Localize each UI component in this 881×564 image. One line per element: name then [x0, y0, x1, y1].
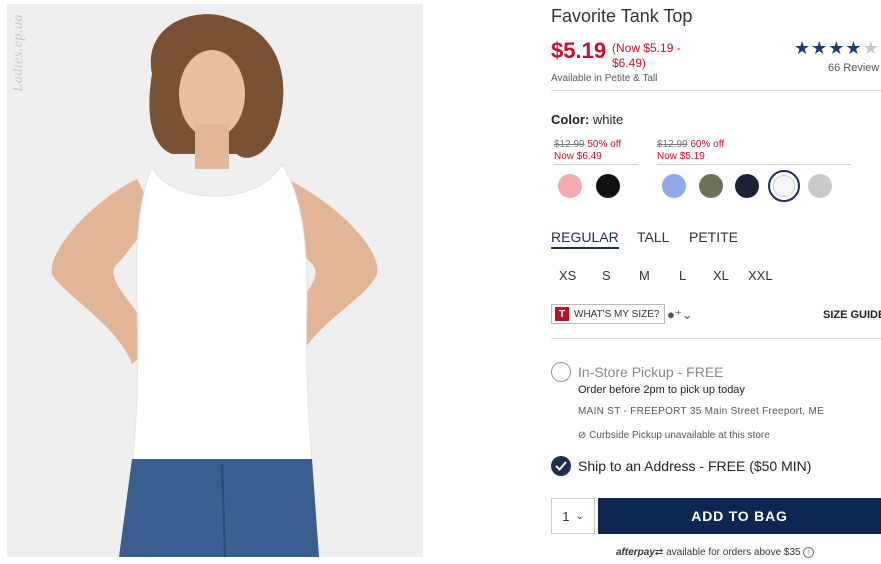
add-to-bag-button[interactable]: ADD TO BAG	[598, 498, 881, 534]
quantity-value: 1	[562, 508, 570, 524]
color-swatch-pink[interactable]	[558, 174, 582, 198]
swatch-fill	[773, 175, 795, 197]
availability-note: Available in Petite & Tall	[551, 73, 658, 84]
star-icon: ★	[811, 38, 829, 58]
chevron-down-icon: ⌄	[575, 510, 584, 522]
price-range: (Now $5.19 - $6.49)	[612, 41, 681, 70]
user-profile-dropdown-icon[interactable]: ●⁺⌄	[667, 307, 693, 323]
star-empty-icon: ★	[862, 38, 880, 58]
selected-color-name: white	[592, 112, 624, 127]
star-icon: ★	[828, 38, 846, 58]
true-fit-badge-icon: T	[555, 307, 569, 321]
product-title: Favorite Tank Top	[551, 6, 693, 26]
afterpay-logo: afterpay	[616, 547, 655, 559]
pickup-note: Order before 2pm to pick up today	[578, 384, 745, 396]
model-illustration	[7, 4, 423, 557]
size-option-s[interactable]: S	[602, 268, 611, 283]
size-option-xl[interactable]: XL	[713, 268, 729, 283]
color-swatch-olive[interactable]	[699, 174, 723, 198]
size-option-xs[interactable]: XS	[559, 268, 576, 283]
afterpay-arrows-icon: ⇄	[654, 547, 664, 559]
afterpay-text: available for orders above $35	[666, 547, 801, 559]
color-swatch-navy[interactable]	[735, 174, 759, 198]
pickup-radio[interactable]	[551, 362, 571, 382]
color-label: Color: white	[551, 112, 623, 127]
divider	[551, 90, 881, 91]
product-details-panel: Favorite Tank Top $5.19 (Now $5.19 - $6.…	[551, 0, 881, 564]
tab-petite[interactable]: PETITE	[689, 229, 738, 245]
watermark: Ladies.ep.ua	[11, 14, 26, 92]
discount-label: 50% off	[587, 139, 622, 150]
quantity-select[interactable]: 1 ⌄	[551, 498, 595, 534]
rating-stars[interactable]: ★★★★★	[794, 38, 880, 59]
sale-price: Now $6.49	[554, 151, 602, 162]
pickup-option-label[interactable]: In-Store Pickup - FREE	[578, 364, 724, 380]
ship-checked-radio[interactable]	[551, 456, 571, 476]
current-price: $5.19	[551, 38, 607, 63]
star-icon: ★	[794, 38, 812, 58]
discount-label: 60% off	[690, 139, 725, 150]
price-group-1: $12.99 50% off Now $6.49	[554, 139, 621, 163]
color-swatch-white-selected[interactable]	[768, 170, 800, 202]
divider	[657, 164, 851, 165]
info-icon[interactable]: i	[803, 547, 815, 558]
divider	[554, 164, 638, 165]
price-group-2: $12.99 60% off Now $5.19	[657, 139, 724, 163]
size-option-xxl[interactable]: XXL	[748, 268, 773, 283]
curbside-text: Curbside Pickup unavailable at this stor…	[589, 430, 770, 441]
afterpay-note: afterpay⇄ available for orders above $35…	[616, 547, 815, 559]
original-price: $12.99	[554, 139, 585, 150]
color-swatch-periwinkle[interactable]	[662, 174, 686, 198]
unavailable-icon: ⊘	[578, 430, 587, 441]
color-swatch-black[interactable]	[596, 174, 620, 198]
whats-my-size-label: WHAT'S MY SIZE?	[574, 308, 660, 320]
size-option-l[interactable]: L	[679, 268, 686, 283]
checkmark-icon	[555, 461, 567, 471]
whats-my-size-button[interactable]: T WHAT'S MY SIZE?	[551, 304, 666, 324]
store-address[interactable]: MAIN ST - FREEPORT 35 Main Street Freepo…	[578, 406, 824, 417]
sale-price: Now $5.19	[657, 151, 705, 162]
original-price: $12.99	[657, 139, 688, 150]
tab-regular[interactable]: REGULAR	[551, 229, 619, 249]
divider	[551, 338, 881, 339]
review-count-link[interactable]: 66 Review	[828, 62, 879, 74]
star-icon: ★	[845, 38, 863, 58]
tab-tall[interactable]: TALL	[637, 229, 669, 245]
product-image: Ladies.ep.ua	[7, 4, 423, 557]
color-swatch-heather-grey[interactable]	[808, 174, 832, 198]
ship-option-label[interactable]: Ship to an Address - FREE ($50 MIN)	[578, 458, 811, 474]
curbside-note: ⊘ Curbside Pickup unavailable at this st…	[578, 430, 770, 441]
size-guide-link[interactable]: SIZE GUIDE	[823, 309, 881, 321]
size-option-m[interactable]: M	[639, 268, 650, 283]
color-label-key: Color:	[551, 112, 590, 127]
